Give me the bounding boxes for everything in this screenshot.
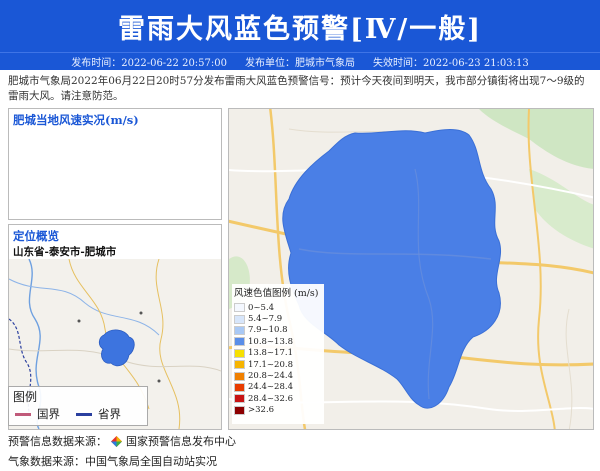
- wind-legend-label: 5.4~7.9: [248, 314, 283, 325]
- expire-time: 失效时间：2022-06-23 21:03:13: [373, 58, 529, 69]
- national-border-swatch: [15, 412, 31, 416]
- wind-legend-label: 20.8~24.4: [248, 371, 293, 382]
- warning-title-banner: 雷雨大风蓝色预警[Ⅳ/一般]: [0, 0, 600, 52]
- wind-legend-item: 20.8~24.4: [232, 370, 324, 381]
- wind-legend-label: 24.4~28.4: [248, 382, 293, 393]
- warning-center-logo-icon: [111, 435, 122, 447]
- wind-legend-label: 13.8~17.1: [248, 348, 293, 359]
- map-legend: 图例 国界 省界: [8, 386, 148, 426]
- wind-legend-label: 0~5.4: [248, 302, 275, 313]
- wind-legend-item: 28.4~32.6: [232, 393, 324, 404]
- warning-info-bar: 发布时间：2022-06-22 20:57:00 发布单位：肥城市气象局 失效时…: [0, 52, 600, 70]
- wind-legend-item: 0~5.4: [232, 302, 324, 313]
- wind-legend-item: >32.6: [232, 405, 324, 416]
- wind-legend-label: 17.1~20.8: [248, 359, 293, 370]
- wind-legend-item: 13.8~17.1: [232, 348, 324, 359]
- wind-legend-label: 28.4~32.6: [248, 393, 293, 404]
- wind-speed-legend: 风速色值图例 (m/s) 0~5.4 5.4~7.9 7.9~10.8 10.8…: [232, 284, 324, 424]
- warning-source-label: 预警信息数据来源：: [8, 435, 107, 448]
- wind-legend-item: 10.8~13.8: [232, 336, 324, 347]
- publish-time: 发布时间：2022-06-22 20:57:00: [71, 58, 227, 69]
- wind-legend-item: 7.9~10.8: [232, 325, 324, 336]
- warning-source-org[interactable]: 国家预警信息发布中心: [126, 433, 236, 449]
- province-border-label: 省界: [98, 407, 121, 421]
- province-border-swatch: [76, 412, 92, 416]
- wind-legend-item: 5.4~7.9: [232, 313, 324, 324]
- weather-source-label: 气象数据来源：中国气象局全国自动站实况: [8, 455, 217, 468]
- warning-title: 雷雨大风蓝色预警[Ⅳ/一般]: [117, 13, 483, 45]
- wind-legend-item: 24.4~28.4: [232, 382, 324, 393]
- wind-legend-title: 风速色值图例 (m/s): [234, 288, 319, 299]
- wind-legend-item: 17.1~20.8: [232, 359, 324, 370]
- legend-title: 图例: [13, 390, 38, 404]
- location-region: 山东省-泰安市-肥城市: [13, 246, 117, 258]
- warning-description: 肥城市气象局2022年06月22日20时57分发布雷雨大风蓝色预警信号：预计今天…: [8, 75, 585, 102]
- wind-speed-panel: 肥城当地风速实况(m/s): [8, 108, 222, 220]
- warning-data-source: 预警信息数据来源： 国家预警信息发布中心: [8, 433, 236, 449]
- wind-panel-title: 肥城当地风速实况(m/s): [13, 113, 139, 127]
- legend-item-national-border: 国界 省界: [9, 406, 147, 422]
- weather-data-source: 气象数据来源：中国气象局全国自动站实况: [8, 453, 217, 469]
- wind-legend-label: 7.9~10.8: [248, 325, 288, 336]
- wind-legend-label: >32.6: [248, 405, 275, 416]
- national-border-label: 国界: [37, 407, 60, 421]
- wind-legend-label: 10.8~13.8: [248, 336, 293, 347]
- publish-unit: 发布单位：肥城市气象局: [245, 58, 355, 69]
- location-panel-title: 定位概览: [13, 229, 59, 243]
